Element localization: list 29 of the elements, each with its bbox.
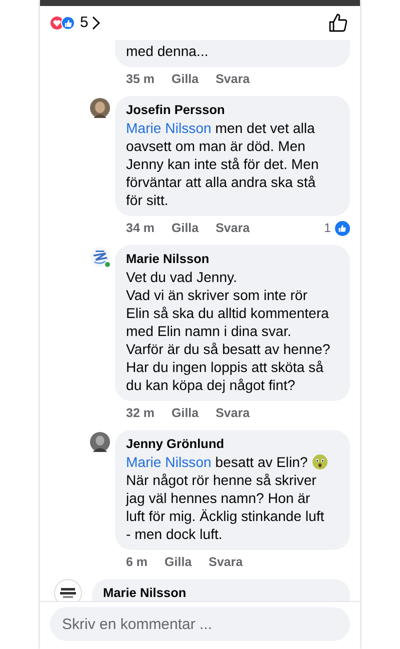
like-count[interactable]: 1: [324, 220, 331, 236]
author-name[interactable]: Josefin Persson: [126, 101, 332, 119]
comment-time: 35 m: [126, 71, 154, 87]
mention-link[interactable]: Marie Nilsson: [126, 120, 212, 136]
reply-link[interactable]: Svara: [216, 71, 250, 87]
author-name[interactable]: Jenny Grönlund: [126, 435, 332, 453]
comment-time: 6 m: [126, 554, 148, 570]
reply-link[interactable]: Svara: [216, 220, 250, 236]
comment-time: 34 m: [126, 220, 154, 236]
chevron-right-icon[interactable]: [92, 16, 100, 30]
reply-link[interactable]: Svara: [208, 554, 243, 570]
mention-link[interactable]: Marie Nilsson: [126, 454, 212, 470]
reply-link[interactable]: Svara: [216, 405, 250, 421]
author-name[interactable]: Marie Nilsson: [126, 250, 332, 268]
comment-field[interactable]: Skriv en kommentar ...: [50, 607, 350, 641]
author-name[interactable]: Marie Nilsson: [103, 584, 332, 601]
reaction-count[interactable]: 5: [80, 12, 88, 34]
comment-text: Marie Nilsson besatt av Elin?: [126, 453, 332, 471]
like-link[interactable]: Gilla: [164, 554, 192, 570]
reactions-icon[interactable]: [50, 16, 76, 30]
like-link[interactable]: Gilla: [172, 220, 199, 236]
comment-text: Marie Nilsson men det vet alla oavsett om man är död. Men Jenny kan inte stå för det. Men förväntar att alla andra ska stå för sitt.: [126, 119, 320, 209]
like-icon[interactable]: [328, 13, 348, 33]
comment-time: 32 m: [126, 405, 154, 421]
like-link[interactable]: Gilla: [172, 71, 199, 87]
like-link[interactable]: Gilla: [172, 405, 199, 421]
comment-text: Vet du vad Jenny. Vad vi än skriver som inte rör Elin så ska du alltid kommentera med Elin namn i dina svar. Varför är du så besatt av henne? Har du ingen loppis att sköta så du kan köpa dej något fint?: [126, 268, 332, 394]
comment-text: med denna...: [126, 42, 210, 60]
comment-text: När något rör henne så skriver jag väl hennes namn? Hon är luft för mig. Äcklig stinkande luft - men dock luft.: [126, 471, 326, 543]
